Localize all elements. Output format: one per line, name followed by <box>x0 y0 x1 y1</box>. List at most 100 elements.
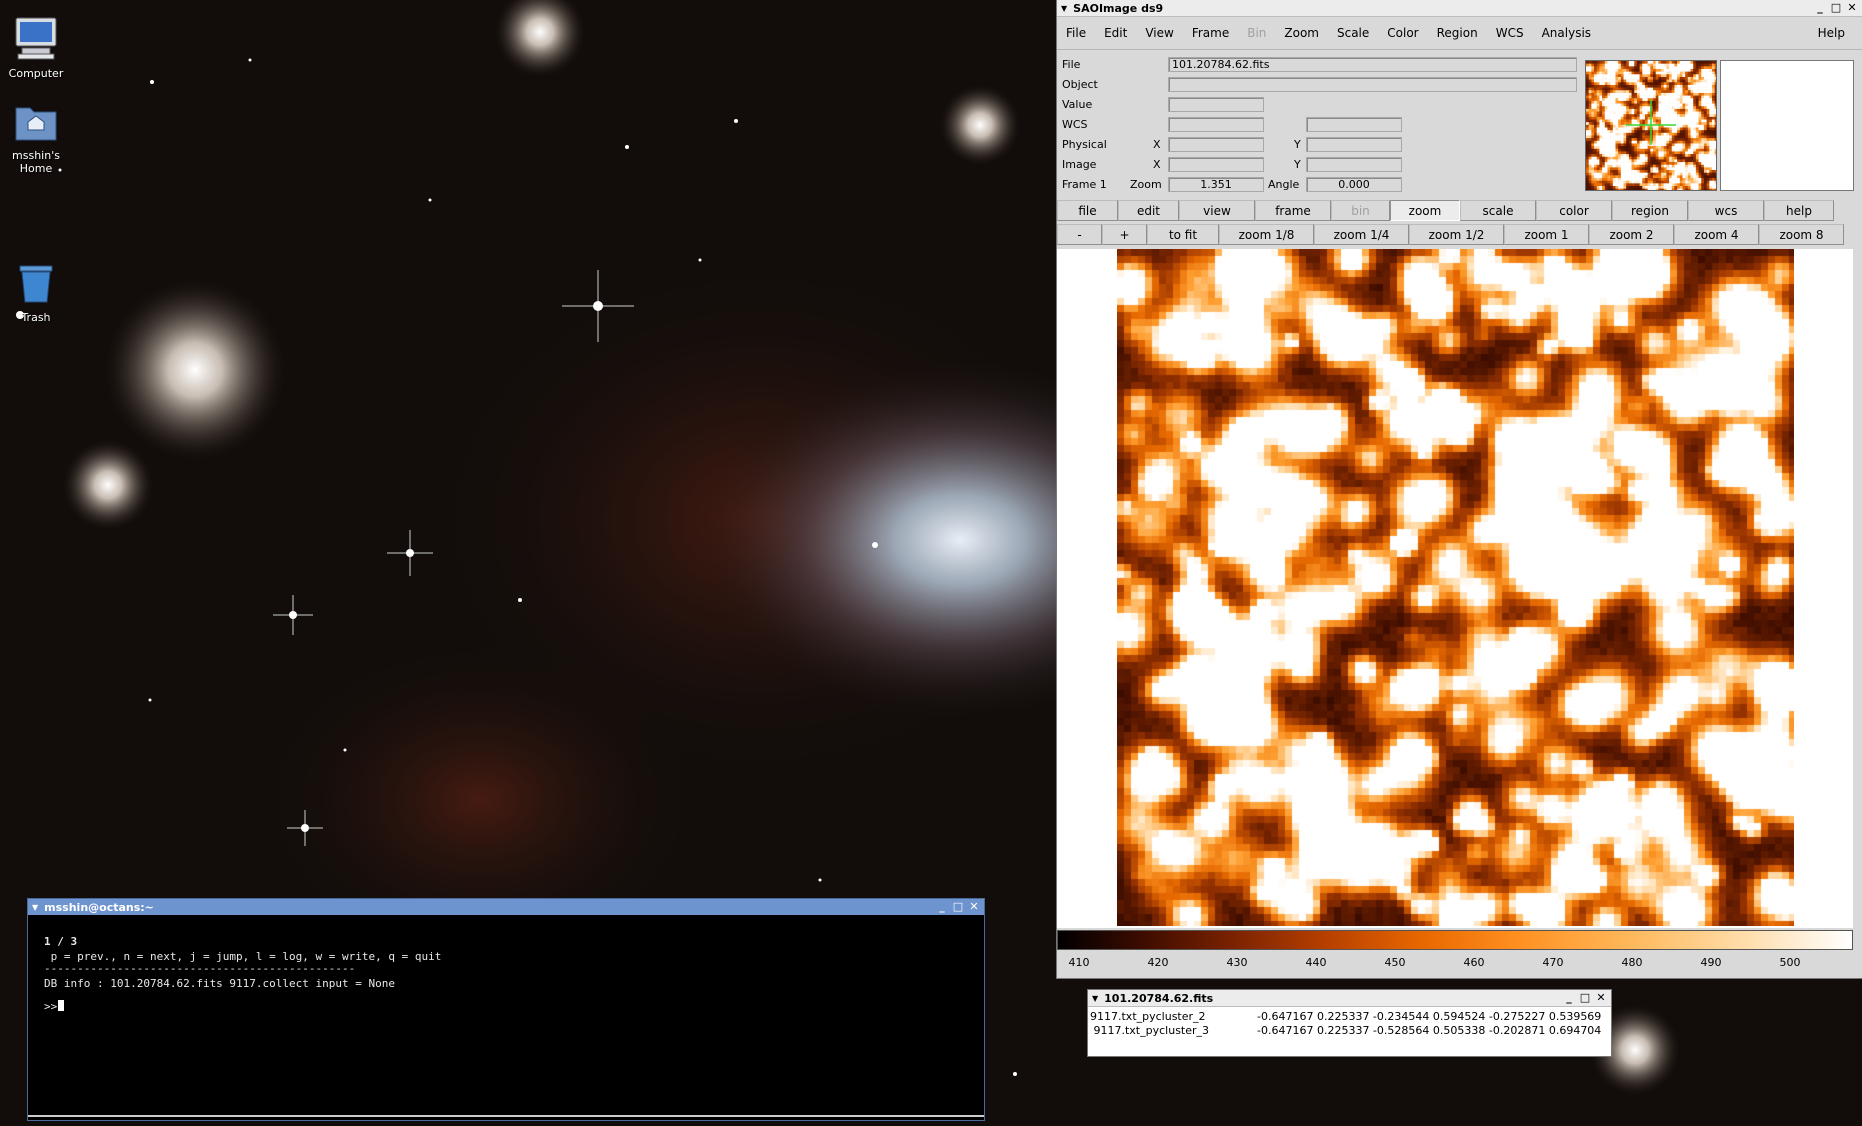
image-y-field <box>1306 157 1402 172</box>
ds9-titlebar[interactable]: ▼ SAOImage ds9 _ □ ✕ <box>1057 0 1862 17</box>
button-frame[interactable]: frame <box>1255 200 1331 221</box>
zoom-button-zoom-4[interactable]: zoom 4 <box>1674 224 1759 245</box>
window-menu-icon[interactable]: ▼ <box>32 903 38 912</box>
maximize-icon[interactable]: □ <box>1579 991 1591 1004</box>
result-row-name: 9117.txt_pycluster_2 <box>1090 1010 1206 1023</box>
window-menu-icon[interactable]: ▼ <box>1061 4 1067 13</box>
desktop-icon-trash[interactable]: Trash <box>0 258 76 324</box>
maximize-icon[interactable]: □ <box>1830 1 1842 14</box>
colorbar-tick-label: 430 <box>1226 956 1248 969</box>
terminal-line: DB info : 101.20784.62.fits 9117.collect… <box>44 977 395 990</box>
menu-bin[interactable]: Bin <box>1238 26 1275 40</box>
fits-image[interactable] <box>1117 249 1794 926</box>
desktop-icon-label: Trash <box>21 311 51 324</box>
minimize-icon[interactable]: _ <box>1563 991 1575 1004</box>
colorbar-tick-label: 490 <box>1700 956 1722 969</box>
colorbar-tick-label: 480 <box>1621 956 1643 969</box>
panner-thumbnail[interactable] <box>1585 60 1717 191</box>
menu-analysis[interactable]: Analysis <box>1533 26 1600 40</box>
button-edit[interactable]: edit <box>1118 200 1179 221</box>
prompt-text: >> <box>44 1000 58 1013</box>
menu-color[interactable]: Color <box>1378 26 1427 40</box>
button-region[interactable]: region <box>1612 200 1688 221</box>
terminal-prompt[interactable]: >> <box>44 1000 65 1013</box>
button-zoom[interactable]: zoom <box>1390 200 1460 221</box>
minimize-icon[interactable]: _ <box>1814 1 1826 14</box>
menu-frame[interactable]: Frame <box>1183 26 1238 40</box>
result-row-values: -0.647167 0.225337 -0.528564 0.505338 -0… <box>1257 1024 1602 1037</box>
window-title: SAOImage ds9 <box>1073 1 1164 15</box>
angle-value-field: 0.000 <box>1306 177 1402 192</box>
computer-icon <box>0 14 76 65</box>
colorbar-tick-label: 410 <box>1068 956 1090 969</box>
colorbar-tick-label: 450 <box>1384 956 1406 969</box>
button-wcs[interactable]: wcs <box>1688 200 1764 221</box>
button-bin[interactable]: bin <box>1331 200 1390 221</box>
desktop-icon-home[interactable]: msshin's Home <box>0 100 76 175</box>
physical-x-field <box>1168 137 1264 152</box>
zoom-label: Zoom <box>1130 178 1162 191</box>
desktop-icon-label: Computer <box>8 67 64 80</box>
physical-y-field <box>1306 137 1402 152</box>
value-field <box>1168 97 1264 112</box>
ds9-buttonbar-main: file edit view frame bin zoom scale color region… <box>1057 200 1834 221</box>
terminal-output[interactable]: 1 / 3 p = prev., n = next, j = jump, l =… <box>28 915 984 1120</box>
colorbar[interactable] <box>1057 930 1853 950</box>
ds9-buttonbar-zoom: - + to fit zoom 1/8 zoom 1/4 zoom 1/2 zoom 1 zo… <box>1057 224 1844 245</box>
zoom-value-field: 1.351 <box>1168 177 1264 192</box>
menu-view[interactable]: View <box>1136 26 1182 40</box>
zoom-button-zoom-2[interactable]: zoom 2 <box>1589 224 1674 245</box>
menu-help[interactable]: Help <box>1809 26 1854 40</box>
terminal-cursor <box>58 1000 65 1011</box>
button-view[interactable]: view <box>1179 200 1255 221</box>
angle-label: Angle <box>1268 178 1300 191</box>
image-x-field <box>1168 157 1264 172</box>
image-x-label: X <box>1153 158 1161 171</box>
terminal-titlebar[interactable]: ▼ msshin@octans:~ _ □ ✕ <box>28 899 984 915</box>
zoom-button-zoom-1-2[interactable]: zoom 1/2 <box>1409 224 1504 245</box>
zoom-button-zoom-1[interactable]: zoom 1 <box>1504 224 1589 245</box>
button-help[interactable]: help <box>1764 200 1834 221</box>
close-icon[interactable]: ✕ <box>968 900 980 913</box>
ds9-image-canvas[interactable] <box>1057 249 1853 928</box>
frame-label: Frame 1 <box>1062 178 1107 191</box>
button-color[interactable]: color <box>1536 200 1612 221</box>
physical-label: Physical <box>1062 138 1107 151</box>
result-row-values: -0.647167 0.225337 -0.234544 0.594524 -0… <box>1257 1010 1602 1023</box>
file-field: 101.20784.62.fits <box>1168 57 1577 72</box>
menu-wcs[interactable]: WCS <box>1487 26 1533 40</box>
physical-x-label: X <box>1153 138 1161 151</box>
menu-file[interactable]: File <box>1057 26 1095 40</box>
colorbar-tick-label: 460 <box>1463 956 1485 969</box>
minimize-icon[interactable]: _ <box>936 900 948 913</box>
menu-edit[interactable]: Edit <box>1095 26 1136 40</box>
zoom-button-to-fit[interactable]: to fit <box>1147 224 1219 245</box>
button-file[interactable]: file <box>1057 200 1118 221</box>
terminal-window: ▼ msshin@octans:~ _ □ ✕ 1 / 3 p = prev.,… <box>28 899 984 1120</box>
magnifier-view <box>1720 60 1854 191</box>
colorbar-tick-label: 470 <box>1542 956 1564 969</box>
physical-y-label: Y <box>1294 138 1301 151</box>
maximize-icon[interactable]: □ <box>952 900 964 913</box>
terminal-line: ----------------------------------------… <box>44 962 356 975</box>
image-y-label: Y <box>1294 158 1301 171</box>
close-icon[interactable]: ✕ <box>1595 991 1607 1004</box>
zoom-in-button[interactable]: + <box>1102 224 1147 245</box>
desktop-icon-label: msshin's Home <box>12 149 60 175</box>
terminal-scrollbar[interactable] <box>28 1115 984 1117</box>
ds9-menubar: File Edit View Frame Bin Zoom Scale Colo… <box>1057 17 1862 50</box>
desktop-icon-computer[interactable]: Computer <box>0 14 76 80</box>
zoom-button-zoom-1-8[interactable]: zoom 1/8 <box>1219 224 1314 245</box>
menu-scale[interactable]: Scale <box>1328 26 1378 40</box>
fits-window-titlebar[interactable]: ▼ 101.20784.62.fits _ □ ✕ <box>1088 990 1611 1007</box>
menu-zoom[interactable]: Zoom <box>1275 26 1328 40</box>
button-scale[interactable]: scale <box>1460 200 1536 221</box>
zoom-button-zoom-1-4[interactable]: zoom 1/4 <box>1314 224 1409 245</box>
object-field <box>1168 77 1577 92</box>
zoom-button-zoom-8[interactable]: zoom 8 <box>1759 224 1844 245</box>
menu-region[interactable]: Region <box>1428 26 1487 40</box>
terminal-line: 1 / 3 <box>44 935 78 948</box>
zoom-out-button[interactable]: - <box>1057 224 1102 245</box>
close-icon[interactable]: ✕ <box>1846 1 1858 14</box>
window-menu-icon[interactable]: ▼ <box>1092 994 1098 1003</box>
